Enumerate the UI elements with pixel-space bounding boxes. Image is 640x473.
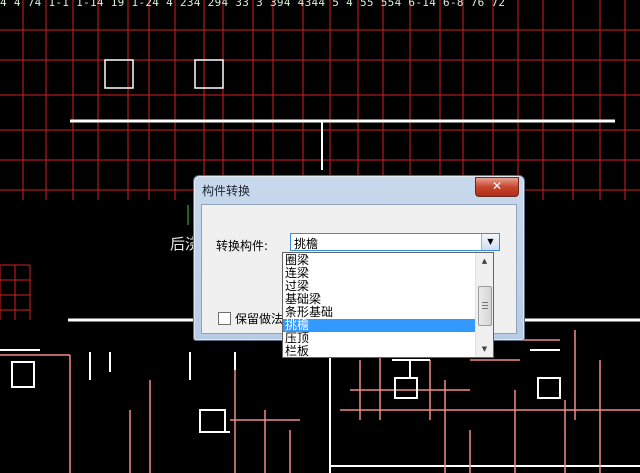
- scroll-thumb[interactable]: [478, 286, 492, 326]
- scroll-up-icon[interactable]: ▲: [476, 253, 493, 269]
- dropdown-item[interactable]: 挑檐: [283, 319, 478, 332]
- component-dropdown-list[interactable]: 圈梁 连梁 过梁 基础梁 条形基础 挑檐 压顶 栏板 ▲ ▼: [282, 252, 494, 358]
- dropdown-item[interactable]: 压顶: [283, 332, 478, 345]
- convert-component-label: 转换构件:: [216, 239, 269, 253]
- keep-method-label: 保留做法: [235, 312, 284, 326]
- column-box: [194, 59, 224, 89]
- scroll-down-icon[interactable]: ▼: [476, 341, 493, 357]
- column-box: [537, 377, 561, 399]
- dropdown-item[interactable]: 连梁: [283, 267, 478, 280]
- close-button[interactable]: ✕: [475, 177, 519, 197]
- grip-icon: [482, 302, 488, 309]
- component-select[interactable]: 挑檐 ▼: [290, 233, 500, 251]
- keep-method-row[interactable]: 保留做法: [218, 310, 283, 327]
- column-box: [104, 59, 134, 89]
- chevron-down-icon[interactable]: ▼: [481, 234, 499, 250]
- column-box: [394, 377, 418, 399]
- dropdown-item[interactable]: 栏板: [283, 345, 478, 357]
- coordinate-ruler: 4 4 74 1-1 1-14 19 1-24 4 234 294 33 3 3…: [0, 0, 506, 9]
- keep-method-checkbox[interactable]: [218, 312, 231, 325]
- column-box: [199, 409, 226, 433]
- dropdown-item[interactable]: 圈梁: [283, 254, 478, 267]
- component-select-value: 挑檐: [294, 237, 319, 251]
- dialog-title: 构件转换: [202, 184, 251, 198]
- column-box: [11, 361, 35, 388]
- dropdown-item[interactable]: 条形基础: [283, 306, 478, 319]
- dropdown-scrollbar[interactable]: ▲ ▼: [475, 253, 493, 357]
